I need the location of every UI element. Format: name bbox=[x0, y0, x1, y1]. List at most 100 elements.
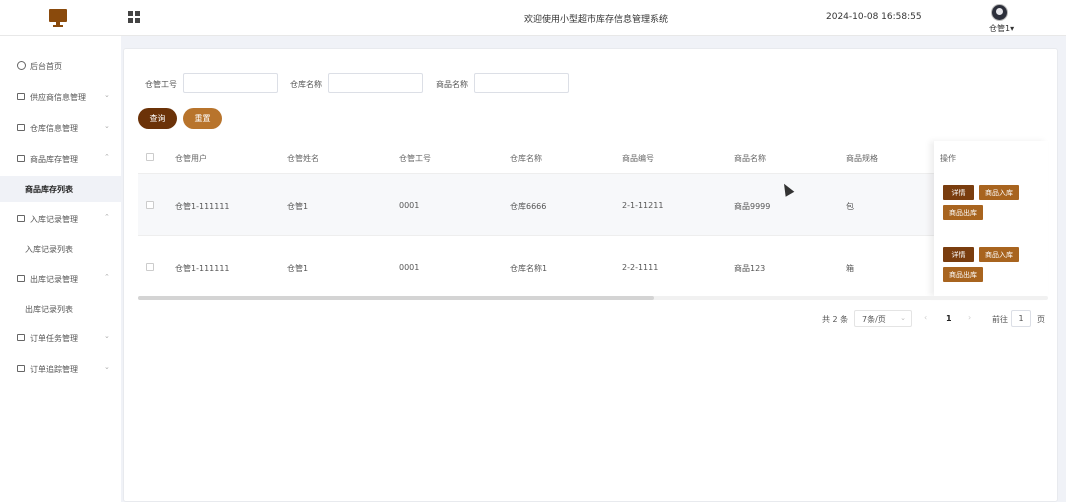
col-header: 商品规格 bbox=[846, 154, 878, 163]
cell-code: 2-1-11211 bbox=[622, 201, 664, 210]
clock-icon bbox=[17, 61, 26, 70]
cell-goods: 商品9999 bbox=[734, 202, 771, 211]
chevron-down-icon: ⌄ bbox=[900, 314, 906, 322]
goods-name-label: 商品名称 bbox=[436, 80, 468, 89]
cell-spec: 包 bbox=[846, 202, 854, 211]
cell-user: 仓管1-111111 bbox=[175, 264, 230, 273]
col-header: 仓库名称 bbox=[510, 154, 542, 163]
menu-toggle-icon[interactable] bbox=[128, 11, 140, 23]
sidebar-item-label: 出库记录列表 bbox=[25, 305, 73, 314]
detail-button[interactable]: 详情 bbox=[943, 185, 974, 200]
sidebar-item-inventory[interactable]: 商品库存管理 ⌃ bbox=[0, 144, 121, 174]
chevron-up-icon: ⌃ bbox=[104, 153, 110, 161]
box-icon bbox=[17, 215, 25, 222]
chevron-down-icon: ⌄ bbox=[104, 332, 110, 340]
sidebar: 后台首页 供应商信息管理 ⌄ 仓库信息管理 ⌄ 商品库存管理 ⌃ 商品库存列表 … bbox=[0, 36, 121, 502]
sidebar-item-home[interactable]: 后台首页 bbox=[0, 51, 121, 81]
table-row: 仓管1-111111 仓管1 0001 仓库6666 2-1-11211 商品9… bbox=[138, 174, 1046, 236]
sidebar-item-stock-out-list[interactable]: 出库记录列表 bbox=[0, 296, 121, 322]
cell-name: 仓管1 bbox=[287, 202, 309, 211]
col-header: 仓管姓名 bbox=[287, 154, 319, 163]
table-header: 仓管用户 仓管姓名 仓管工号 仓库名称 商品编号 商品名称 商品规格 bbox=[138, 138, 1046, 174]
sidebar-item-order-tracking[interactable]: 订单追踪管理 ⌄ bbox=[0, 354, 121, 384]
sidebar-item-warehouse[interactable]: 仓库信息管理 ⌄ bbox=[0, 113, 121, 143]
chevron-up-icon: ⌃ bbox=[104, 273, 110, 281]
user-dropdown[interactable]: 仓管1▾ bbox=[989, 23, 1014, 34]
reset-button[interactable]: 重置 bbox=[183, 108, 222, 129]
cell-id: 0001 bbox=[399, 201, 420, 210]
sidebar-item-label: 入库记录管理 bbox=[30, 215, 78, 224]
keeper-id-label: 仓管工号 bbox=[145, 80, 177, 89]
prev-page-icon[interactable]: ‹ bbox=[924, 313, 927, 329]
sidebar-item-label: 仓库信息管理 bbox=[30, 124, 78, 133]
sidebar-item-label: 商品库存列表 bbox=[25, 185, 73, 194]
goto-page-input[interactable]: 1 bbox=[1011, 310, 1031, 327]
goods-name-input[interactable] bbox=[474, 73, 569, 93]
cell-code: 2-2-1111 bbox=[622, 263, 659, 272]
datetime: 2024-10-08 16:58:55 bbox=[826, 12, 922, 22]
select-all-checkbox[interactable] bbox=[146, 153, 154, 161]
sidebar-item-stock-out[interactable]: 出库记录管理 ⌃ bbox=[0, 264, 121, 294]
col-header: 仓管工号 bbox=[399, 154, 431, 163]
box-icon bbox=[17, 334, 25, 341]
cell-id: 0001 bbox=[399, 263, 420, 272]
sidebar-item-orders[interactable]: 订单任务管理 ⌄ bbox=[0, 323, 121, 353]
page-title: 欢迎使用小型超市库存信息管理系统 bbox=[524, 15, 669, 25]
sidebar-item-label: 后台首页 bbox=[30, 62, 62, 71]
chevron-down-icon: ⌄ bbox=[104, 91, 110, 99]
cell-warehouse: 仓库6666 bbox=[510, 202, 547, 211]
cell-warehouse: 仓库名称1 bbox=[510, 264, 548, 273]
sidebar-item-inventory-list[interactable]: 商品库存列表 bbox=[0, 176, 121, 202]
sidebar-item-label: 供应商信息管理 bbox=[30, 93, 86, 102]
operation-column: 操作 详情 商品入库 商品出库 详情 商品入库 商品出库 bbox=[934, 141, 1048, 296]
scrollbar-thumb[interactable] bbox=[138, 296, 654, 300]
sidebar-item-label: 出库记录管理 bbox=[30, 275, 78, 284]
keeper-id-input[interactable] bbox=[183, 73, 278, 93]
detail-button[interactable]: 详情 bbox=[943, 247, 974, 262]
user-avatar[interactable] bbox=[991, 4, 1008, 21]
page-suffix-label: 页 bbox=[1037, 315, 1045, 324]
col-header-operation: 操作 bbox=[940, 154, 956, 163]
box-icon bbox=[17, 93, 25, 100]
chevron-down-icon: ⌄ bbox=[104, 122, 110, 130]
cell-name: 仓管1 bbox=[287, 264, 309, 273]
warehouse-name-input[interactable] bbox=[328, 73, 423, 93]
pagination-total: 共 2 条 bbox=[822, 315, 849, 324]
cell-spec: 箱 bbox=[846, 264, 854, 273]
main-area: 仓管工号 仓库名称 商品名称 查询 重置 仓管用户 仓管姓名 仓管工号 仓库名称… bbox=[121, 36, 1066, 502]
col-header: 仓管用户 bbox=[175, 154, 207, 163]
sidebar-item-stock-in[interactable]: 入库记录管理 ⌃ bbox=[0, 204, 121, 234]
cell-user: 仓管1-111111 bbox=[175, 202, 230, 211]
page-size-select[interactable]: 7条/页 ⌄ bbox=[854, 310, 912, 327]
table-row: 仓管1-111111 仓管1 0001 仓库名称1 2-2-1111 商品123… bbox=[138, 236, 1046, 298]
cell-goods: 商品123 bbox=[734, 264, 766, 273]
sidebar-item-label: 商品库存管理 bbox=[30, 155, 78, 164]
stock-in-button[interactable]: 商品入库 bbox=[979, 185, 1019, 200]
top-header: 欢迎使用小型超市库存信息管理系统 2024-10-08 16:58:55 仓管1… bbox=[0, 0, 1066, 36]
page-number[interactable]: 1 bbox=[946, 314, 952, 330]
monitor-icon[interactable] bbox=[49, 9, 67, 27]
next-page-icon[interactable]: › bbox=[968, 313, 971, 329]
sidebar-item-label: 入库记录列表 bbox=[25, 245, 73, 254]
chevron-down-icon: ⌄ bbox=[104, 363, 110, 371]
stock-out-button[interactable]: 商品出库 bbox=[943, 267, 983, 282]
row-checkbox[interactable] bbox=[146, 263, 154, 271]
row-checkbox[interactable] bbox=[146, 201, 154, 209]
stock-out-button[interactable]: 商品出库 bbox=[943, 205, 983, 220]
stock-in-button[interactable]: 商品入库 bbox=[979, 247, 1019, 262]
sidebar-item-stock-in-list[interactable]: 入库记录列表 bbox=[0, 236, 121, 262]
warehouse-name-label: 仓库名称 bbox=[290, 80, 322, 89]
query-button[interactable]: 查询 bbox=[138, 108, 177, 129]
goto-label: 前往 bbox=[992, 315, 1008, 324]
sidebar-item-label: 订单任务管理 bbox=[30, 334, 78, 343]
col-header: 商品编号 bbox=[622, 154, 654, 163]
box-icon bbox=[17, 124, 25, 131]
chevron-up-icon: ⌃ bbox=[104, 213, 110, 221]
content-card: 仓管工号 仓库名称 商品名称 查询 重置 仓管用户 仓管姓名 仓管工号 仓库名称… bbox=[123, 48, 1058, 502]
box-icon bbox=[17, 155, 25, 162]
sidebar-item-supplier[interactable]: 供应商信息管理 ⌄ bbox=[0, 82, 121, 112]
box-icon bbox=[17, 275, 25, 282]
box-icon bbox=[17, 365, 25, 372]
col-header: 商品名称 bbox=[734, 154, 766, 163]
page-size-value: 7条/页 bbox=[862, 315, 886, 324]
